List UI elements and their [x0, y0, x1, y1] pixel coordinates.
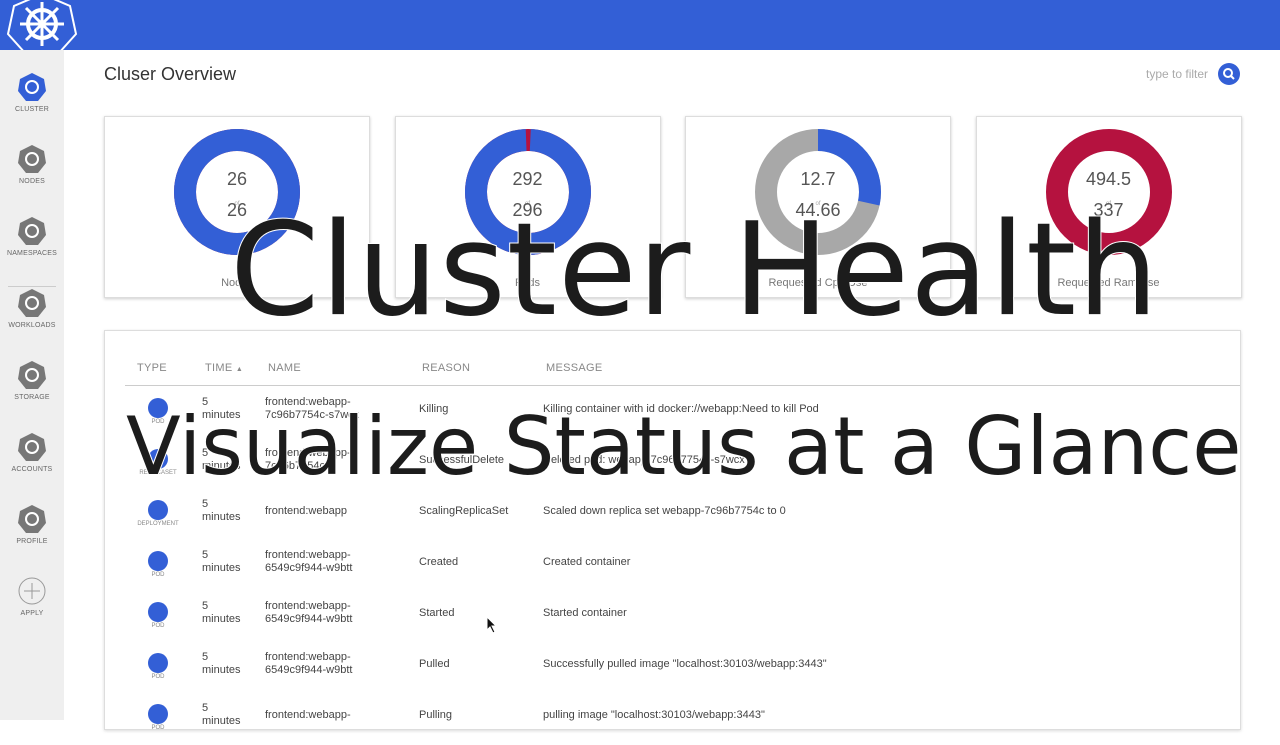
accounts-icon [17, 432, 47, 462]
sidebar-item-storage[interactable]: STORAGE [0, 360, 64, 401]
card-value: 26 [226, 169, 248, 189]
kind-label: POD [151, 674, 165, 680]
reason-cell: Pulling [419, 709, 453, 721]
message-cell: pulling image "localhost:30103/webapp:34… [543, 709, 765, 721]
column-time[interactable]: TIME ▲ [205, 362, 243, 374]
column-time-label: TIME [205, 362, 233, 374]
page-title: Cluser Overview [104, 64, 237, 84]
sidebar-item-apply[interactable]: APPLY [0, 576, 64, 617]
deployment-icon [148, 500, 168, 520]
sidebar-item-label: APPLY [20, 610, 44, 617]
pod-icon [148, 602, 168, 622]
table-row[interactable]: POD 5 minutes frontend:webapp- 6549c9f944-… [105, 541, 1242, 592]
mouse-cursor [486, 616, 498, 634]
message-cell: Created container [543, 556, 631, 568]
kind-badge: DEPLOYMENT [135, 500, 181, 527]
profile-icon [17, 504, 47, 534]
message-cell: Successfully pulled image "localhost:301… [543, 658, 827, 670]
message-cell: Started container [543, 607, 627, 619]
sidebar: CLUSTER NODES NAMESPACES WORKLOADS STORA… [0, 50, 64, 720]
sidebar-item-profile[interactable]: PROFILE [0, 504, 64, 545]
time-cell: 5 minutes [202, 600, 241, 625]
reason-cell: ScalingReplicaSet [419, 505, 509, 517]
nodes-icon [17, 144, 47, 174]
reason-cell: Pulled [419, 658, 450, 670]
header-divider [125, 385, 1240, 386]
sidebar-item-label: WORKLOADS [8, 322, 56, 329]
sidebar-item-label: CLUSTER [14, 106, 50, 113]
table-row[interactable]: POD 5 minutes frontend:webapp- 6549c9f944-… [105, 592, 1242, 643]
kind-label: POD [151, 572, 165, 578]
kubernetes-logo[interactable] [6, 0, 78, 56]
name-cell: frontend:webapp- 6549c9f944-w9btt [265, 651, 353, 676]
storage-icon [17, 360, 47, 390]
pod-icon [148, 653, 168, 673]
column-reason[interactable]: REASON [422, 362, 470, 374]
time-cell: 5 minutes [202, 498, 241, 523]
events-table: TYPE TIME ▲ NAME REASON MESSAGE POD 5 min… [104, 330, 1242, 731]
sidebar-item-label: NODES [19, 178, 45, 185]
time-cell: 5 minutes [202, 651, 241, 676]
workloads-icon [17, 288, 47, 318]
time-cell: 5 minutes [202, 549, 241, 574]
sidebar-item-label: NAMESPACES [6, 250, 58, 257]
column-name[interactable]: NAME [268, 362, 301, 374]
top-bar [0, 0, 1280, 50]
card-value: 12.7 [800, 169, 836, 189]
sidebar-item-nodes[interactable]: NODES [0, 144, 64, 185]
sidebar-divider [8, 286, 56, 287]
sidebar-item-label: STORAGE [14, 394, 50, 401]
sidebar-item-label: PROFILE [16, 538, 48, 545]
cluster-icon [17, 72, 47, 102]
sidebar-item-workloads[interactable]: WORKLOADS [0, 288, 64, 329]
name-cell: frontend:webapp- [265, 709, 351, 721]
reason-cell: Started [419, 607, 455, 619]
overlay-subtitle: Visualize Status at a Glance [125, 399, 1242, 494]
kind-label: POD [151, 725, 165, 731]
filter-input[interactable]: type to filter [1146, 67, 1208, 81]
card-value: 292 [512, 169, 543, 189]
message-cell: Scaled down replica set webapp-7c96b7754… [543, 505, 786, 517]
pod-icon [148, 551, 168, 571]
kind-badge: POD [135, 653, 181, 680]
pod-icon [148, 704, 168, 724]
search-icon [1223, 68, 1235, 80]
sidebar-item-label: ACCOUNTS [11, 466, 53, 473]
overlay-title: Cluster Health [229, 195, 1160, 346]
sidebar-item-cluster[interactable]: CLUSTER [0, 72, 64, 113]
sort-icon: ▲ [235, 366, 244, 373]
name-cell: frontend:webapp- 6549c9f944-w9btt [265, 600, 353, 625]
name-cell: frontend:webapp [265, 505, 347, 517]
plus-icon [17, 576, 47, 606]
search-button[interactable] [1218, 63, 1240, 85]
card-value: 494.5 [1085, 169, 1132, 189]
time-cell: 5 minutes [202, 702, 241, 727]
reason-cell: Created [419, 556, 459, 568]
sidebar-item-namespaces[interactable]: NAMESPACES [0, 216, 64, 257]
kind-label: DEPLOYMENT [137, 521, 179, 527]
namespaces-icon [17, 216, 47, 246]
column-message[interactable]: MESSAGE [546, 362, 603, 374]
sidebar-item-accounts[interactable]: ACCOUNTS [0, 432, 64, 473]
kind-badge: POD [135, 551, 181, 578]
table-row[interactable]: POD 5 minutes frontend:webapp- 6549c9f944-… [105, 643, 1242, 694]
kind-badge: POD [135, 704, 181, 731]
kind-badge: POD [135, 602, 181, 629]
column-type[interactable]: TYPE [137, 362, 167, 374]
table-row[interactable]: DEPLOYMENT 5 minutes frontend:webapp Scal… [105, 490, 1242, 541]
name-cell: frontend:webapp- 6549c9f944-w9btt [265, 549, 353, 574]
kind-label: POD [151, 623, 165, 629]
